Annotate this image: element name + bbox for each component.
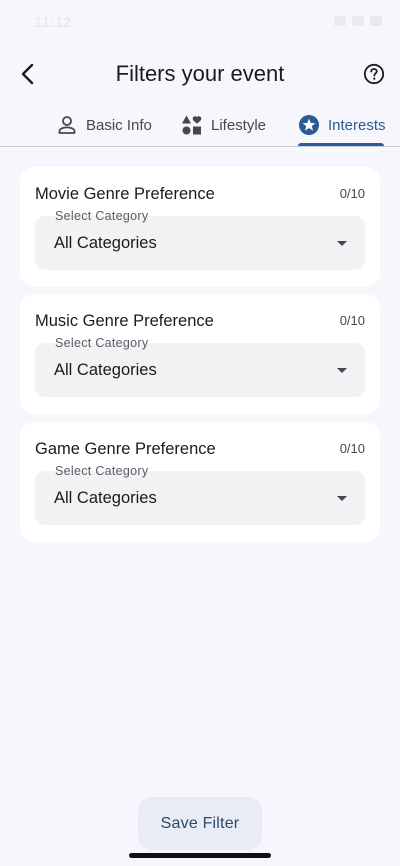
star-circle-icon (299, 115, 319, 135)
select-value: All Categories (54, 489, 157, 507)
active-tab-indicator (298, 143, 384, 146)
movie-category-select[interactable]: Select Category All Categories (35, 209, 365, 270)
wifi-icon (352, 16, 364, 26)
home-indicator (129, 853, 271, 858)
game-genre-card: Game Genre Preference 0/10 Select Catego… (20, 422, 380, 542)
game-category-select[interactable]: Select Category All Categories (35, 464, 365, 525)
help-button[interactable] (360, 60, 388, 88)
select-label: Select Category (55, 464, 149, 478)
status-bar: 11:12 (0, 0, 400, 46)
battery-icon (370, 16, 382, 26)
dropdown-arrow-icon (337, 241, 347, 246)
person-icon (58, 116, 76, 134)
dropdown-arrow-icon (337, 368, 347, 373)
selection-count: 0/10 (339, 186, 365, 201)
category-shapes-icon (182, 115, 202, 135)
dropdown-arrow-icon (337, 496, 347, 501)
music-genre-card: Music Genre Preference 0/10 Select Categ… (20, 294, 380, 414)
tab-label: Lifestyle (211, 116, 267, 134)
card-title: Game Genre Preference (35, 440, 216, 458)
tab-interests[interactable]: Interests (298, 104, 386, 146)
tab-lifestyle[interactable]: Lifestyle (181, 104, 266, 146)
select-value: All Categories (54, 361, 157, 379)
music-category-select[interactable]: Select Category All Categories (35, 336, 365, 397)
selection-count: 0/10 (339, 313, 365, 328)
status-time: 11:12 (34, 14, 72, 31)
help-circle-icon (363, 63, 385, 85)
app-bar: Filters your event (0, 50, 400, 98)
select-value: All Categories (54, 234, 157, 252)
select-label: Select Category (55, 209, 149, 223)
movie-genre-card: Movie Genre Preference 0/10 Select Categ… (20, 167, 380, 287)
save-filter-button[interactable]: Save Filter (138, 797, 262, 850)
card-title: Movie Genre Preference (35, 185, 215, 203)
tab-bar: Basic Info Lifestyle Interests (0, 104, 400, 147)
select-label: Select Category (55, 336, 149, 350)
tab-label: Interests (328, 116, 386, 134)
page-title: Filters your event (115, 61, 285, 86)
tab-basic-info[interactable]: Basic Info (56, 104, 152, 146)
card-title: Music Genre Preference (35, 312, 214, 330)
status-icons (334, 16, 382, 26)
signal-icon (334, 16, 346, 26)
selection-count: 0/10 (339, 441, 365, 456)
tab-label: Basic Info (86, 116, 152, 134)
